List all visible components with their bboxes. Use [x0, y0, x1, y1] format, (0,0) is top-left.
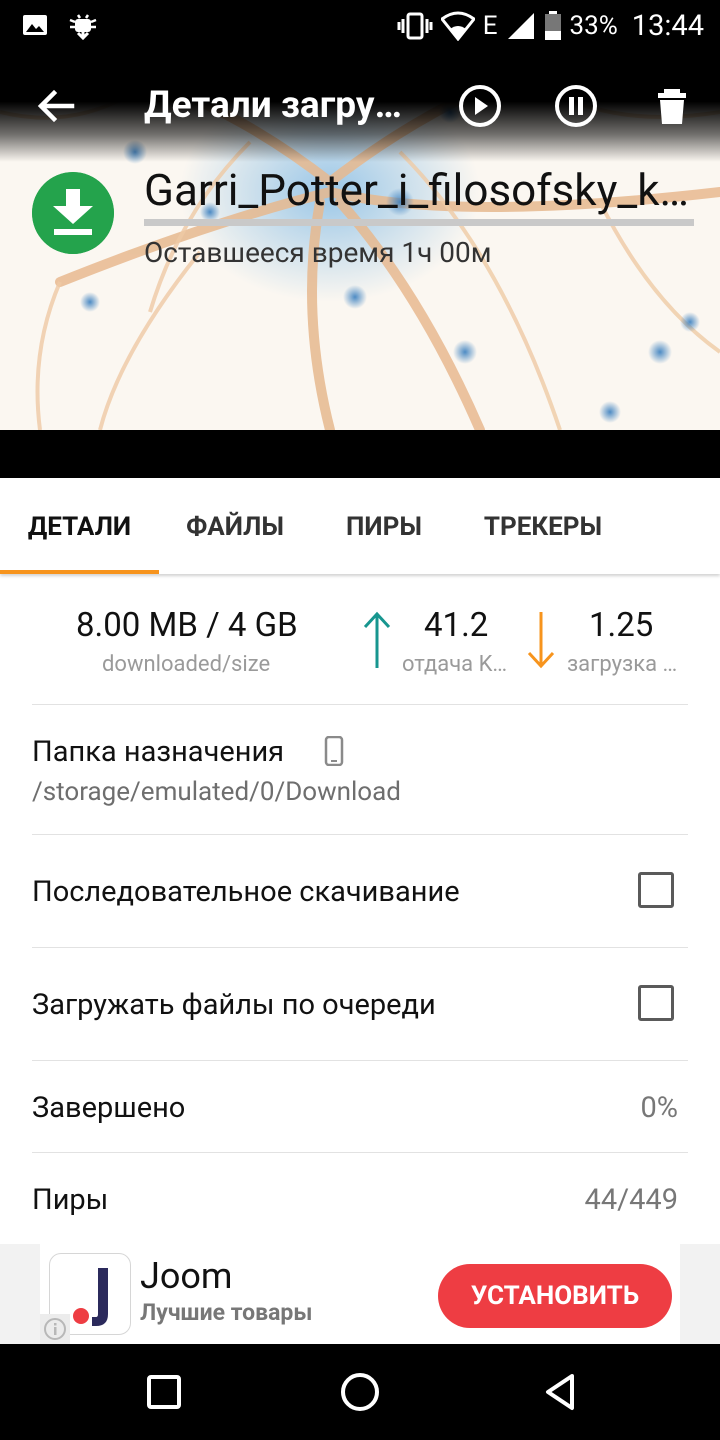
battery-percent: 33% [569, 11, 618, 41]
play-icon[interactable] [454, 80, 506, 132]
size-label: downloaded/size [102, 652, 271, 677]
completed-label: Завершено [32, 1091, 186, 1125]
header-bottom-band [0, 430, 720, 478]
pause-icon[interactable] [550, 80, 602, 132]
divider [32, 1060, 688, 1061]
divider [32, 947, 688, 948]
completed-value: 0% [640, 1091, 678, 1125]
ad-info-icon[interactable] [40, 1314, 70, 1344]
phone-storage-icon [324, 736, 344, 766]
sequential-download-checkbox[interactable] [638, 872, 674, 908]
download-speed-value: 1.25 [589, 606, 654, 645]
upload-speed-value: 41.2 [424, 606, 489, 645]
queue-download-label: Загружать файлы по очереди [32, 988, 436, 1022]
download-status-icon [32, 172, 114, 254]
install-button[interactable]: УСТАНОВИТЬ [438, 1264, 672, 1328]
peers-label: Пиры [32, 1183, 109, 1217]
queue-download-checkbox[interactable] [638, 985, 674, 1021]
download-arrow-icon [527, 612, 555, 669]
torrent-name: Garri_Potter_i_filosofsky_kamen [144, 164, 694, 216]
battery-icon [544, 11, 561, 40]
upload-arrow-icon [363, 611, 391, 668]
ad-subtitle: Лучшие товары [140, 1299, 313, 1326]
folder-path[interactable]: /storage/emulated/0/Download [32, 774, 401, 810]
upload-speed-label: отдача KB/s [402, 652, 520, 677]
wifi-icon [440, 11, 475, 41]
ad-margin-right [680, 1244, 720, 1344]
recents-icon[interactable] [140, 1368, 188, 1416]
ad-margin-left [0, 1244, 40, 1344]
sequential-download-label: Последовательное скачивание [32, 875, 460, 909]
peers-value: 44/449 [584, 1183, 678, 1217]
status-bar: E 33% 13:44 [0, 0, 720, 52]
tab-trackers[interactable]: ТРЕКЕРЫ [457, 478, 629, 574]
page-title: Детали загрузки [144, 84, 406, 127]
download-progress-bar [144, 219, 694, 226]
ad-title: Joom [140, 1255, 233, 1297]
android-debug-icon [69, 14, 97, 40]
network-type: E [482, 11, 498, 41]
download-speed-label: загрузка MB/s [567, 652, 683, 677]
image-icon [23, 15, 47, 35]
transfer-stats: 8.00 MB / 4 GB downloaded/size 41.2 отда… [0, 580, 720, 704]
back-icon[interactable] [536, 1368, 584, 1416]
tab-details[interactable]: ДЕТАЛИ [0, 478, 159, 574]
vibrate-icon [397, 12, 433, 40]
divider [32, 1152, 688, 1153]
folder-label: Папка назначения [32, 735, 285, 769]
tab-peers[interactable]: ПИРЫ [311, 478, 457, 574]
size-value: 8.00 MB / 4 GB [76, 606, 298, 645]
active-tab-indicator [0, 570, 159, 574]
home-icon[interactable] [336, 1368, 384, 1416]
divider [32, 834, 688, 835]
tab-bar: ДЕТАЛИ ФАЙЛЫ ПИРЫ ТРЕКЕРЫ [0, 478, 720, 574]
ad-banner[interactable]: Joom Лучшие товары УСТАНОВИТЬ [40, 1244, 680, 1344]
trash-icon[interactable] [646, 80, 698, 132]
system-navigation-bar [0, 1344, 720, 1440]
tab-files[interactable]: ФАЙЛЫ [159, 478, 311, 574]
remaining-time: Оставшееся время 1ч 00м [144, 236, 492, 269]
signal-icon [507, 13, 534, 39]
divider [32, 704, 688, 705]
clock: 13:44 [631, 9, 704, 43]
back-arrow-icon[interactable] [30, 80, 82, 132]
toolbar: Детали загрузки [0, 52, 720, 156]
